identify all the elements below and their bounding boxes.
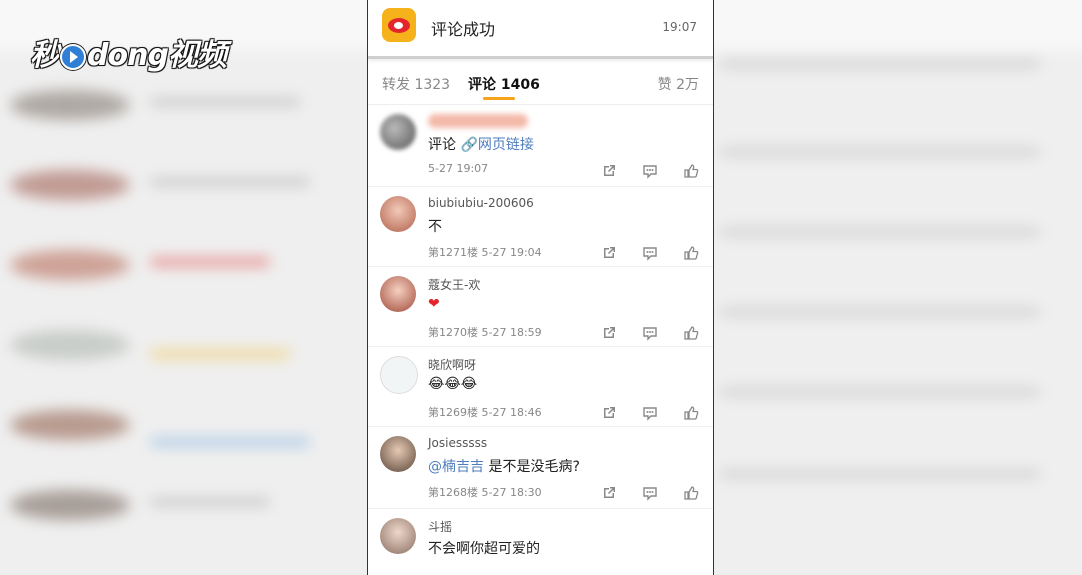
comment-meta: 第1269楼 5-27 18:46 bbox=[428, 406, 542, 419]
comment-icon[interactable] bbox=[642, 485, 658, 501]
watermark-logo: 秒 dong视频 bbox=[30, 38, 227, 73]
comment-meta: 第1270楼 5-27 18:59 bbox=[428, 326, 542, 339]
share-icon[interactable] bbox=[601, 405, 617, 421]
comment-item: 蔻女王-欢 ❤ 第1270楼 5-27 18:59 bbox=[368, 266, 713, 347]
avatar[interactable] bbox=[380, 114, 416, 150]
comment-actions bbox=[581, 322, 699, 341]
avatar[interactable] bbox=[380, 518, 416, 554]
tab-reposts[interactable]: 转发 1323 bbox=[382, 74, 450, 94]
comment-text: 评论 🔗网页链接 bbox=[428, 137, 534, 153]
avatar[interactable] bbox=[380, 436, 416, 472]
notification-banner[interactable]: 评论成功 19:07 bbox=[368, 0, 713, 59]
comment-item: 评论 🔗网页链接 5-27 19:07 bbox=[368, 104, 713, 187]
like-icon[interactable] bbox=[683, 325, 699, 341]
comment-text: 不会啊你超可爱的 bbox=[428, 541, 540, 557]
comment-icon[interactable] bbox=[642, 245, 658, 261]
comment-icon[interactable] bbox=[642, 325, 658, 341]
comment-actions bbox=[581, 160, 699, 179]
tab-comments[interactable]: 评论 1406 bbox=[468, 74, 540, 94]
like-icon[interactable] bbox=[683, 163, 699, 179]
tab-active-indicator bbox=[483, 97, 515, 100]
comment-item: 斗摇 不会啊你超可爱的 bbox=[368, 508, 713, 575]
share-icon[interactable] bbox=[601, 245, 617, 261]
weibo-phone-screen: 评论成功 19:07 转发 1323 评论 1406 赞 2万 评论 🔗网页链接… bbox=[367, 0, 714, 575]
author-name[interactable]: Josiesssss bbox=[428, 436, 487, 450]
comment-icon[interactable] bbox=[642, 163, 658, 179]
avatar[interactable] bbox=[380, 356, 418, 394]
author-name[interactable]: 晓欣啊呀 bbox=[428, 356, 476, 373]
author-name[interactable]: biubiubiu-200606 bbox=[428, 196, 534, 210]
comment-meta: 5-27 19:07 bbox=[428, 162, 489, 175]
author-name-blurred bbox=[428, 114, 528, 128]
like-icon[interactable] bbox=[683, 485, 699, 501]
play-icon bbox=[60, 43, 86, 70]
share-icon[interactable] bbox=[601, 163, 617, 179]
like-icon[interactable] bbox=[683, 245, 699, 261]
author-name[interactable]: 蔻女王-欢 bbox=[428, 276, 480, 293]
author-name[interactable]: 斗摇 bbox=[428, 518, 452, 535]
tab-likes[interactable]: 赞 2万 bbox=[658, 74, 699, 94]
comment-item: 晓欣啊呀 😂😂😂 第1269楼 5-27 18:46 bbox=[368, 346, 713, 427]
comment-text: @楠吉吉 是不是没毛病? bbox=[428, 459, 580, 475]
weibo-app-icon bbox=[382, 8, 416, 42]
comment-actions bbox=[581, 402, 699, 421]
comment-icon[interactable] bbox=[642, 405, 658, 421]
share-icon[interactable] bbox=[601, 325, 617, 341]
like-icon[interactable] bbox=[683, 405, 699, 421]
notification-title: 评论成功 bbox=[431, 20, 496, 39]
mention-link[interactable]: @楠吉吉 bbox=[428, 459, 484, 475]
comment-meta: 第1271楼 5-27 19:04 bbox=[428, 246, 542, 259]
comment-item: biubiubiu-200606 不 第1271楼 5-27 19:04 bbox=[368, 186, 713, 267]
avatar[interactable] bbox=[380, 196, 416, 232]
comment-meta: 第1268楼 5-27 18:30 bbox=[428, 486, 542, 499]
tab-bar: 转发 1323 评论 1406 赞 2万 bbox=[368, 62, 713, 105]
comment-text: 不 bbox=[428, 219, 442, 235]
comment-item: Josiesssss @楠吉吉 是不是没毛病? 第1268楼 5-27 18:3… bbox=[368, 426, 713, 509]
notification-time: 19:07 bbox=[662, 20, 697, 34]
avatar[interactable] bbox=[380, 276, 416, 312]
comment-text: ❤ bbox=[428, 296, 440, 312]
web-link[interactable]: 🔗网页链接 bbox=[460, 137, 533, 153]
comment-actions bbox=[581, 242, 699, 261]
comment-actions bbox=[581, 482, 699, 501]
comment-text: 😂😂😂 bbox=[428, 376, 478, 392]
share-icon[interactable] bbox=[601, 485, 617, 501]
